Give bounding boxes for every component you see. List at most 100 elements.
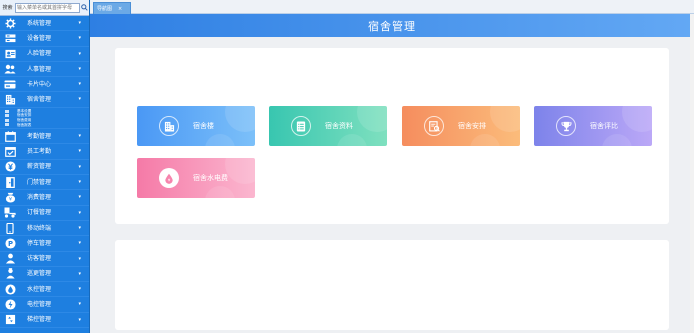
sidebar-item-parking[interactable]: P 停车管理 ▾: [0, 236, 89, 252]
sidebar-item-label: 消费管理: [27, 194, 52, 201]
grid-icon: [5, 114, 9, 118]
sidebar-item-dormitory[interactable]: 宿舍管理 ▾: [0, 92, 89, 108]
card-decoration: [337, 134, 367, 146]
sidebar-item-face[interactable]: 人脸管理 ▾: [0, 47, 89, 62]
sidebar-item-label: 订餐管理: [27, 209, 52, 217]
gear-icon: [3, 16, 17, 30]
sidebar-item-label: 薪资管理: [27, 163, 52, 171]
building-icon: [159, 116, 179, 136]
svg-text:¥: ¥: [9, 197, 12, 203]
sidebar-item-label: 系统管理: [27, 19, 52, 27]
app-window: 搜索 系统管理 ▾ 设备管理 ▾ 人脸管理 ▾: [0, 0, 694, 333]
card-decoration: [490, 106, 520, 132]
water-drop-icon: [159, 168, 179, 188]
sidebar-item-label: 员工考勤: [27, 148, 52, 156]
tab-navigation[interactable]: 导航图 ×: [93, 2, 131, 14]
svg-text:P: P: [7, 240, 12, 248]
door-icon: [3, 175, 17, 189]
chevron-down-icon: ▾: [78, 224, 81, 231]
visitor-icon: [3, 252, 17, 266]
chevron-down-icon: ▾: [78, 179, 81, 186]
sidebar-item-label: 移动终端: [27, 224, 52, 232]
sidebar-item-label: 停车管理: [27, 239, 52, 247]
chevron-down-icon: ▾: [78, 148, 81, 155]
menu-search: 搜索: [0, 0, 89, 16]
card-dormitory-rating[interactable]: 宿舍评比: [534, 106, 652, 146]
card-label: 宿舍评比: [590, 122, 618, 130]
people-icon: [3, 62, 17, 76]
sidebar-item-label: 考勤管理: [27, 132, 52, 140]
card-dormitory-info[interactable]: 宿舍资料: [269, 106, 387, 146]
calendar-check-icon: [3, 145, 17, 159]
card-decoration: [205, 134, 235, 146]
water-icon: [3, 282, 17, 296]
search-label: 搜索: [2, 4, 13, 11]
card-dormitory-building[interactable]: 宿舍楼: [137, 106, 255, 146]
main-content: 宿舍管理 宿舍楼 宿舍资料 宿舍安排 宿舍评比 宿舍水电费: [90, 14, 694, 333]
submenu-item-label: 宿舍报表: [17, 122, 32, 127]
chevron-down-icon: ▾: [78, 65, 81, 72]
patrol-icon: [3, 267, 17, 281]
card-label: 宿舍安排: [458, 122, 486, 130]
card-label: 宿舍水电费: [193, 174, 228, 182]
sidebar-item-attendance[interactable]: 考勤管理 ▾: [0, 129, 89, 145]
page-header: 宿舍管理: [90, 14, 694, 37]
card-dormitory-arrangement[interactable]: 宿舍安排: [402, 106, 520, 146]
card-dormitory-utilities[interactable]: 宿舍水电费: [137, 158, 255, 198]
tab-label: 导航图: [97, 6, 113, 12]
power-icon: [3, 298, 17, 312]
sidebar-item-consumption[interactable]: ¥ 消费管理 ▾: [0, 190, 89, 206]
chevron-down-icon: ▾: [78, 163, 81, 170]
calendar-icon: [3, 129, 17, 143]
sidebar-item-salary[interactable]: 薪资管理 ▾: [0, 160, 89, 176]
chevron-down-icon: ▾: [78, 133, 81, 140]
chevron-down-icon: ▾: [78, 96, 81, 103]
device-icon: [3, 31, 17, 45]
sidebar-item-elevator-control[interactable]: 梯控管理 ▾: [0, 313, 89, 329]
sidebar-item-label: 访客管理: [27, 255, 52, 263]
chevron-down-icon: ▾: [78, 194, 81, 201]
chevron-down-icon: ▾: [78, 301, 81, 308]
sidebar-item-device[interactable]: 设备管理 ▾: [0, 31, 89, 47]
sidebar-item-label: 设备管理: [27, 34, 52, 42]
sidebar-item-staff-attendance[interactable]: 员工考勤 ▾: [0, 144, 89, 160]
card-decoration: [622, 106, 652, 132]
sidebar-item-mobile[interactable]: 移动终端 ▾: [0, 221, 89, 237]
sidebar-item-label: 梯控管理: [27, 316, 52, 324]
card-icon: [3, 77, 17, 91]
sidebar-item-label: 人脸管理: [27, 50, 52, 58]
sidebar-item-personnel[interactable]: 人事管理 ▾: [0, 62, 89, 78]
yen-icon: [3, 160, 17, 174]
chevron-down-icon: ▾: [78, 209, 81, 216]
search-icon[interactable]: [80, 3, 88, 13]
card-decoration: [357, 106, 387, 132]
card-label: 宿舍楼: [193, 122, 214, 130]
tab-bar: 导航图 ×: [90, 0, 694, 14]
card-decoration: [470, 134, 500, 146]
sidebar-item-access-control[interactable]: 门禁管理 ▾: [0, 175, 89, 191]
chevron-down-icon: ▾: [78, 255, 81, 262]
sidebar-item-system[interactable]: 系统管理 ▾: [0, 16, 89, 32]
chevron-down-icon: ▾: [78, 35, 81, 42]
page-title: 宿舍管理: [368, 19, 416, 33]
chevron-down-icon: ▾: [78, 50, 81, 57]
sidebar-item-label: 宿舍管理: [27, 96, 52, 104]
dormitory-submenu: 基本设置 宿舍安排 宿舍费用 宿舍报表: [0, 107, 89, 130]
search-input[interactable]: [15, 2, 80, 13]
sidebar-item-power-control[interactable]: 电控管理 ▾: [0, 297, 89, 313]
sidebar-item-card-center[interactable]: 卡片中心 ▾: [0, 77, 89, 93]
submenu-item-reports[interactable]: 宿舍报表: [0, 122, 89, 128]
vertical-scrollbar[interactable]: [690, 14, 694, 333]
sidebar-item-meal-order[interactable]: 订餐管理 ▾: [0, 206, 89, 221]
sidebar-menu: 系统管理 ▾ 设备管理 ▾ 人脸管理 ▾ 人事管理 ▾ 卡片中心 ▾ 宿舍管理 …: [0, 16, 89, 329]
chevron-down-icon: ▾: [78, 286, 81, 293]
sidebar-item-label: 水控管理: [27, 285, 52, 293]
sidebar-item-visitor[interactable]: 访客管理 ▾: [0, 252, 89, 267]
sidebar-item-label: 卡片中心: [27, 80, 52, 88]
sidebar-item-patrol[interactable]: 巡更管理 ▾: [0, 267, 89, 283]
close-icon[interactable]: ×: [118, 6, 122, 12]
grid-icon: [5, 109, 9, 113]
sidebar-item-water-control[interactable]: 水控管理 ▾: [0, 282, 89, 298]
card-decoration: [205, 186, 235, 198]
parking-icon: P: [3, 236, 17, 250]
